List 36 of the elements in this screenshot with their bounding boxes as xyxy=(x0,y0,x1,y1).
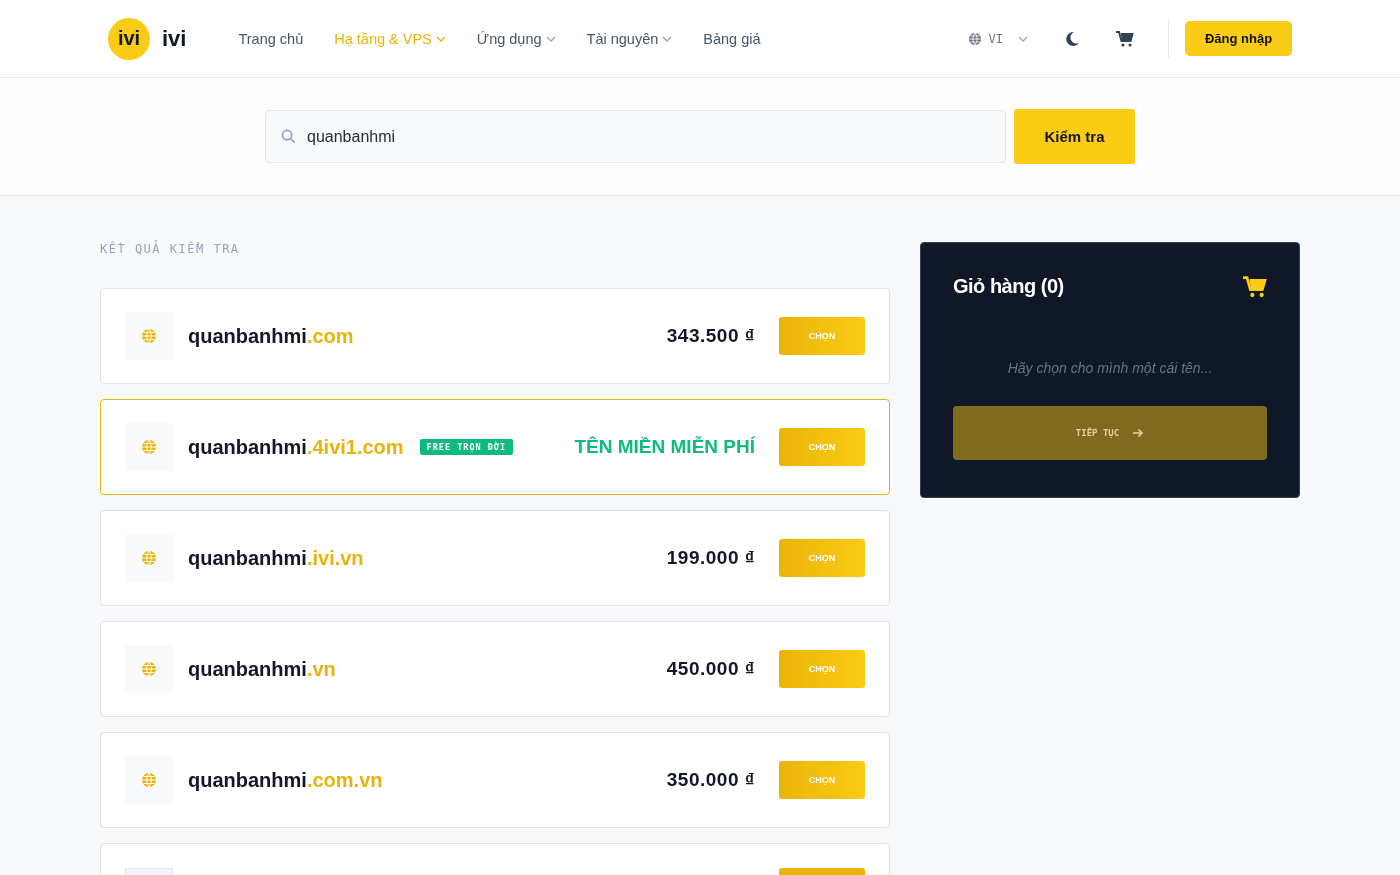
arrow-icon xyxy=(1133,428,1145,438)
login-button[interactable]: Đăng nhập xyxy=(1185,21,1292,56)
globe-icon xyxy=(141,328,157,344)
search-field[interactable]: quanbanhmi xyxy=(265,110,1006,163)
nav-link[interactable]: Trang chủ xyxy=(238,30,304,47)
empty-message: Hãy chọn cho mình một cái tên... xyxy=(1006,360,1214,376)
search-icon xyxy=(281,129,296,144)
language-selector[interactable]: VI xyxy=(967,31,1028,46)
domain-name: quanbanhmi.vn xyxy=(188,657,336,681)
price: 199.000 ₫ xyxy=(666,547,755,569)
nav-link[interactable]: Bảng giá xyxy=(703,30,761,47)
nav-link[interactable]: Ứng dụng xyxy=(476,30,556,47)
moon-icon[interactable] xyxy=(1064,30,1080,47)
cart-title: Giỏ hàng (0) xyxy=(953,275,1064,298)
globe-icon xyxy=(141,772,157,788)
price: TÊN MIỀN MIỄN PHÍ xyxy=(574,436,755,458)
price: 343.500 ₫ xyxy=(666,325,755,347)
check-button[interactable]: Kiểm tra xyxy=(1014,109,1135,164)
logo-name[interactable]: ivi xyxy=(162,25,187,52)
domain-name: quanbanhmi.com xyxy=(188,324,354,348)
globe-icon xyxy=(141,439,157,455)
section-heading: KẾT QUẢ KIỂM TRA xyxy=(100,242,241,256)
cart-icon xyxy=(1243,275,1267,298)
price: 350.000 ₫ xyxy=(666,769,755,791)
price: 450.000 ₫ xyxy=(666,658,755,680)
logo-mark[interactable]: ivi xyxy=(108,17,150,60)
cart-icon[interactable] xyxy=(1116,30,1134,47)
domain-name: quanbanhmi.com.vn xyxy=(188,768,383,792)
chevron-icon xyxy=(1018,35,1028,42)
domain-name: quanbanhmi.4ivi1.com xyxy=(188,435,404,459)
domain-name: quanbanhmi.ivi.vn xyxy=(188,546,364,570)
globe-icon xyxy=(141,661,157,677)
globe-icon xyxy=(967,31,982,46)
free-badge: FREE TRỌN ĐỜI xyxy=(419,439,514,455)
globe-icon xyxy=(141,550,157,566)
nav-link[interactable]: Tài nguyên xyxy=(586,30,673,47)
